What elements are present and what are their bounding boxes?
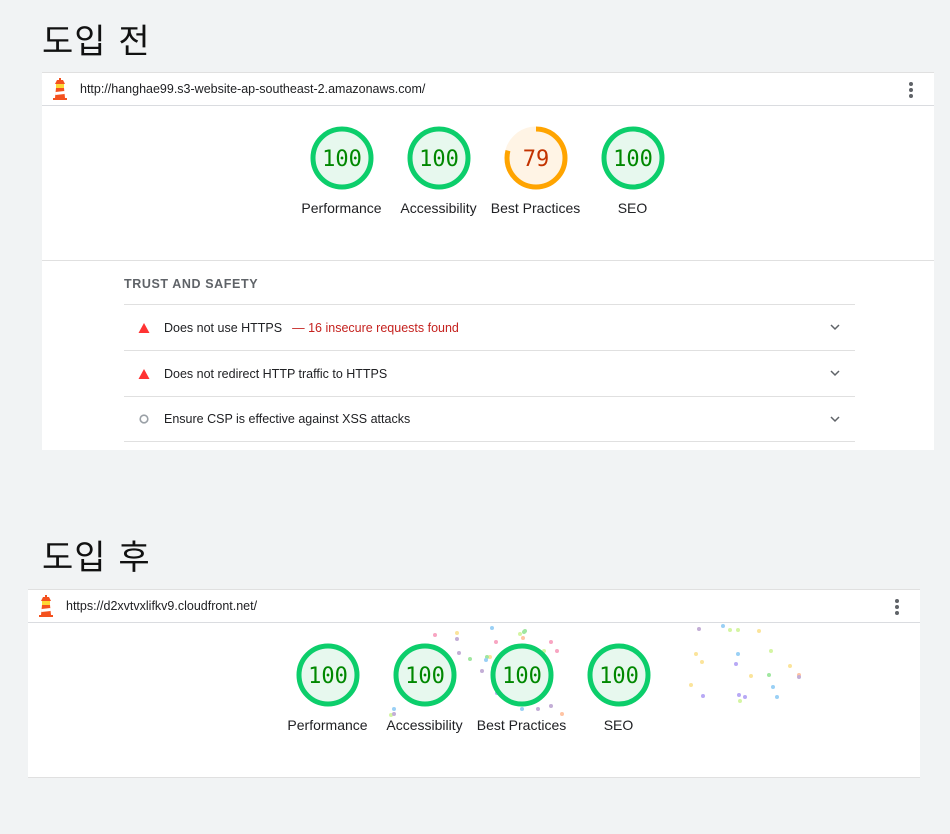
- gauge-seo[interactable]: 100 SEO: [570, 642, 667, 735]
- gauge-label: Best Practices: [490, 200, 581, 216]
- confetti-dot: [736, 628, 741, 633]
- more-vert-icon[interactable]: [908, 82, 914, 98]
- gauge-ring: 79: [504, 126, 567, 190]
- gauge-accessibility[interactable]: 100 Accessibility: [390, 125, 487, 218]
- confetti-dot: [520, 635, 525, 640]
- more-vert-icon[interactable]: [894, 599, 900, 615]
- lighthouse-icon: [53, 78, 67, 100]
- confetti-dot: [736, 692, 741, 697]
- heading-after: 도입 후: [42, 538, 151, 578]
- confetti-dot: [766, 673, 771, 678]
- confetti-dot: [796, 674, 801, 679]
- confetti-dot: [697, 627, 702, 632]
- audit-title: Ensure CSP is effective against XSS atta…: [164, 412, 411, 426]
- gauge-score: 79: [522, 147, 549, 172]
- report-after: https://d2xvtvxlifkv9.cloudfront.net/ 10…: [28, 589, 920, 778]
- confetti-dot: [756, 628, 761, 633]
- chevron-down-icon[interactable]: [829, 413, 841, 425]
- audit-uses-https[interactable]: Does not use HTTPS — 16 insecure request…: [124, 304, 855, 350]
- confetti-dot: [727, 628, 732, 633]
- confetti-dot: [721, 624, 726, 629]
- gauge-label: SEO: [603, 717, 634, 733]
- chevron-down-icon[interactable]: [829, 367, 841, 379]
- gauge-performance[interactable]: 100 Performance: [293, 125, 390, 218]
- gauges-before: 100 Performance 100 Accessibility 79 Bes…: [293, 125, 681, 218]
- confetti-dot: [769, 649, 774, 654]
- confetti-dot: [699, 660, 704, 665]
- confetti-dot: [432, 632, 437, 637]
- gauge-ring: 100: [407, 126, 470, 190]
- gauge-ring: 100: [601, 126, 664, 190]
- gauge-ring: 100: [310, 126, 373, 190]
- confetti-dot: [522, 628, 527, 633]
- audit-list: Does not use HTTPS — 16 insecure request…: [124, 304, 855, 442]
- confetti-dot: [522, 630, 527, 635]
- fail-triangle-icon: [138, 322, 150, 334]
- confetti-dot: [796, 672, 801, 677]
- confetti-dot: [749, 674, 754, 679]
- gauge-accessibility[interactable]: 100 Accessibility: [376, 642, 473, 735]
- confetti-dot: [774, 695, 779, 700]
- gauges-after: 100 Performance 100 Accessibility 100 Be…: [279, 642, 667, 735]
- gauge-label: Accessibility: [400, 200, 477, 216]
- gauge-score: 100: [405, 664, 445, 689]
- confetti-dot: [770, 684, 775, 689]
- gauge-seo[interactable]: 100 SEO: [584, 125, 681, 218]
- fail-triangle-icon: [138, 368, 150, 380]
- audit-title: Does not redirect HTTP traffic to HTTPS: [164, 366, 388, 381]
- gauge-best-practices[interactable]: 100 Best Practices: [473, 642, 570, 735]
- trust-safety-section: TRUST AND SAFETY Does not use HTTPS — 16…: [42, 260, 934, 450]
- gauge-ring: 100: [587, 643, 650, 707]
- confetti-dot: [518, 632, 523, 637]
- gauge-ring: 100: [393, 643, 456, 707]
- gauge-label: SEO: [617, 200, 648, 216]
- gauge-score: 100: [613, 147, 653, 172]
- gauge-ring: 100: [490, 643, 553, 707]
- confetti-dot: [455, 631, 460, 636]
- gauge-score: 100: [419, 147, 459, 172]
- gauge-score: 100: [599, 664, 639, 689]
- audit-csp-xss[interactable]: Ensure CSP is effective against XSS atta…: [124, 396, 855, 442]
- gauge-best-practices[interactable]: 79 Best Practices: [487, 125, 584, 218]
- gauge-label: Performance: [287, 717, 368, 733]
- gauge-score: 100: [322, 147, 362, 172]
- gauge-ring: 100: [296, 643, 359, 707]
- gauge-label: Best Practices: [476, 717, 567, 733]
- section-title: TRUST AND SAFETY: [124, 277, 259, 291]
- heading-before: 도입 전: [42, 22, 151, 62]
- chevron-down-icon[interactable]: [829, 321, 841, 333]
- confetti-dot: [736, 652, 741, 657]
- gauge-label: Accessibility: [386, 717, 463, 733]
- url-bar: http://hanghae99.s3-website-ap-southeast…: [42, 72, 934, 106]
- report-url[interactable]: http://hanghae99.s3-website-ap-southeast…: [80, 82, 425, 96]
- report-before: http://hanghae99.s3-website-ap-southeast…: [42, 72, 934, 450]
- url-bar: https://d2xvtvxlifkv9.cloudfront.net/: [28, 589, 920, 623]
- report-url[interactable]: https://d2xvtvxlifkv9.cloudfront.net/: [66, 599, 257, 613]
- audit-redirects-http[interactable]: Does not redirect HTTP traffic to HTTPS: [124, 350, 855, 396]
- gauge-score: 100: [502, 664, 542, 689]
- confetti-dot: [693, 651, 698, 656]
- confetti-dot: [738, 699, 743, 704]
- confetti-dot: [701, 693, 706, 698]
- confetti-dot: [489, 625, 494, 630]
- confetti-dot: [688, 682, 693, 687]
- audit-display-value: — 16 insecure requests found: [292, 320, 459, 335]
- gauge-label: Performance: [301, 200, 382, 216]
- confetti-dot: [742, 694, 747, 699]
- audit-title: Does not use HTTPS: [164, 320, 283, 335]
- gauge-performance[interactable]: 100 Performance: [279, 642, 376, 735]
- confetti-dot: [454, 636, 459, 641]
- gauge-score: 100: [308, 664, 348, 689]
- confetti-dot: [787, 664, 792, 669]
- lighthouse-icon: [39, 595, 53, 617]
- informative-circle-icon: [138, 413, 150, 425]
- confetti-dot: [733, 661, 738, 666]
